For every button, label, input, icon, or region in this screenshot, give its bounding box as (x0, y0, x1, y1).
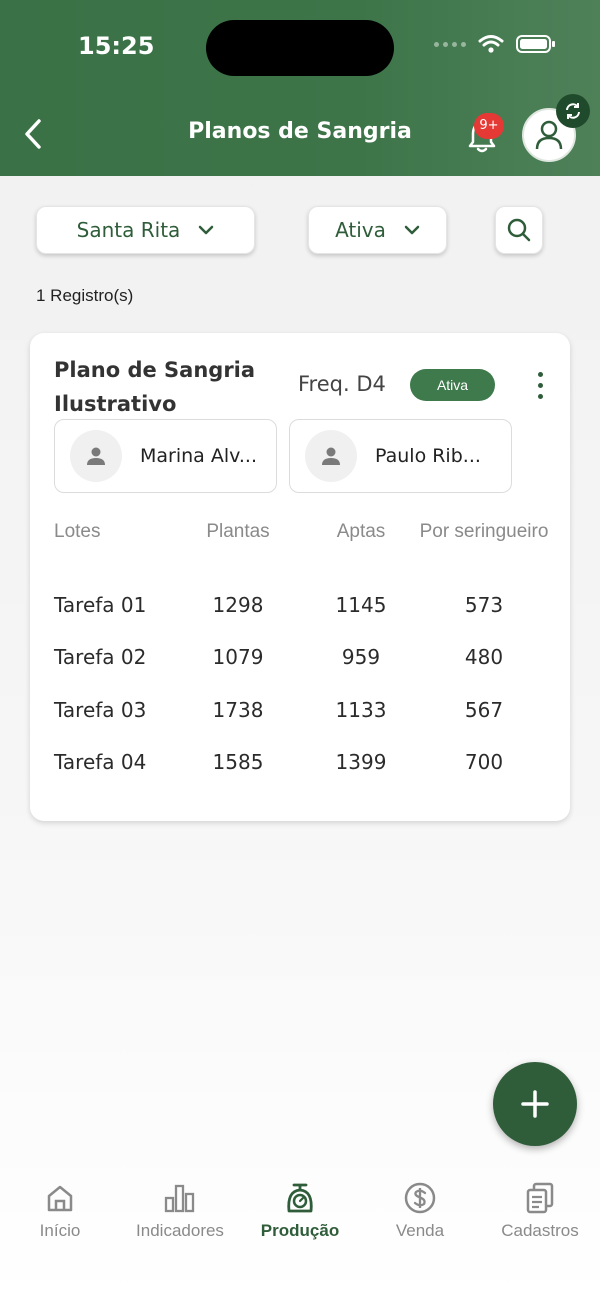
plus-icon (521, 1090, 549, 1118)
worker-name: Paulo Rib... (375, 445, 481, 467)
status-icons (434, 34, 556, 54)
person-icon (305, 430, 357, 482)
cell-lote: Tarefa 03 (54, 698, 147, 722)
nav-label: Início (39, 1221, 81, 1240)
nav-item-inicio[interactable]: Início (0, 1180, 120, 1241)
cell-plantas: 1738 (212, 698, 264, 722)
farm-dropdown[interactable]: Santa Rita (36, 206, 255, 254)
person-icon (70, 430, 122, 482)
cell-plantas: 1585 (212, 750, 264, 774)
cell-por-seringueiro: 567 (464, 698, 504, 722)
bar-chart-icon (164, 1184, 195, 1213)
more-options-icon[interactable] (530, 369, 550, 401)
plan-card[interactable]: Plano de Sangria Ilustrativo Freq. D4 At… (30, 333, 570, 821)
column-header-aptas: Aptas (336, 521, 386, 542)
worker-chip[interactable]: Marina Alv... (54, 419, 277, 493)
plan-name: Plano de Sangria Ilustrativo (54, 358, 256, 416)
record-count: 1 Registro(s) (36, 286, 134, 305)
cell-aptas: 1145 (335, 593, 387, 617)
cell-lote: Tarefa 02 (54, 645, 147, 669)
nav-item-indicadores[interactable]: Indicadores (120, 1180, 240, 1241)
status-badge: Ativa (410, 369, 495, 401)
worker-name: Marina Alv... (140, 445, 258, 467)
search-button[interactable] (495, 206, 543, 254)
notification-badge: 9+ (474, 113, 504, 139)
nav-label: Cadastros (501, 1221, 579, 1240)
user-icon (535, 120, 563, 150)
column-header-por-seringueiro: Por seringueiro (419, 521, 549, 542)
cell-lote: Tarefa 01 (54, 593, 147, 617)
status-time: 15:25 (78, 32, 155, 60)
status-dropdown-label: Ativa (335, 218, 386, 242)
chevron-down-icon (404, 225, 420, 235)
cell-por-seringueiro: 480 (464, 645, 504, 669)
nav-label: Indicadores (136, 1221, 224, 1240)
cell-aptas: 1399 (335, 750, 387, 774)
nav-item-cadastros[interactable]: Cadastros (480, 1180, 600, 1241)
dollar-icon (404, 1182, 436, 1214)
app-header: 15:25 Planos de Sangria 9+ (0, 0, 600, 176)
signal-icon (434, 41, 466, 47)
cell-aptas: 1133 (335, 698, 387, 722)
scale-icon (287, 1183, 313, 1213)
nav-item-venda[interactable]: Venda (360, 1180, 480, 1241)
sync-button[interactable] (556, 94, 590, 128)
search-icon (507, 218, 531, 242)
nav-label: Venda (395, 1221, 445, 1240)
dynamic-island (206, 20, 394, 76)
cell-por-seringueiro: 700 (464, 750, 504, 774)
page-title: Planos de Sangria (188, 119, 412, 144)
home-icon (47, 1185, 73, 1212)
cell-lote: Tarefa 04 (54, 750, 147, 774)
farm-dropdown-label: Santa Rita (76, 218, 181, 242)
cell-plantas: 1079 (212, 645, 264, 669)
chevron-down-icon (199, 225, 214, 235)
documents-icon (526, 1182, 554, 1214)
status-dropdown[interactable]: Ativa (308, 206, 447, 254)
cell-por-seringueiro: 573 (464, 593, 504, 617)
nav-label: Produção (260, 1221, 340, 1240)
add-plan-button[interactable] (493, 1062, 577, 1146)
column-header-lotes: Lotes (54, 521, 101, 542)
sync-icon (566, 103, 580, 119)
wifi-icon (478, 35, 504, 53)
plan-frequency: Freq. D4 (298, 372, 386, 396)
worker-chip[interactable]: Paulo Rib... (289, 419, 512, 493)
column-header-plantas: Plantas (206, 521, 270, 542)
battery-icon (516, 35, 555, 53)
nav-item-producao[interactable]: Produção (240, 1180, 360, 1241)
cell-aptas: 959 (341, 645, 381, 669)
cell-plantas: 1298 (212, 593, 264, 617)
